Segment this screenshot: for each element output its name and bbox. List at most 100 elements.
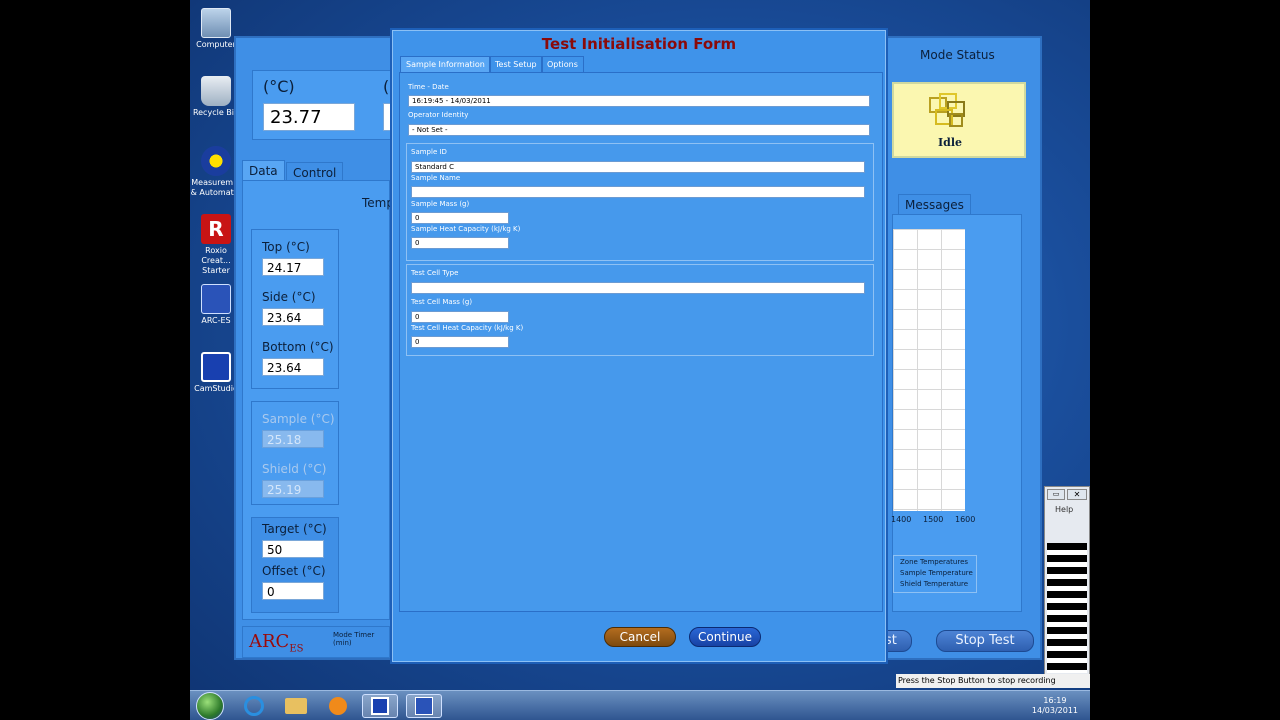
shield-temp-value: 25.19 <box>262 480 324 498</box>
target-temp-label: Target (°C) <box>262 522 327 536</box>
sample-temp-value: 25.18 <box>262 430 324 448</box>
desktop-icon-label: ARC-ES <box>201 316 231 325</box>
bottom-temp-value: 23.64 <box>262 358 324 376</box>
test-cell-group: Test Cell Type Test Cell Mass (g) 0 Test… <box>406 264 874 356</box>
arc-es-logo: ARCES <box>249 631 304 655</box>
test-cell-heat-capacity-label: Test Cell Heat Capacity (kJ/kg K) <box>411 324 524 332</box>
legend-item[interactable]: Shield Temperature <box>900 580 968 588</box>
data-tab-panel: Top (°C) 24.17 Side (°C) 23.64 Bottom (°… <box>242 180 390 620</box>
clock-date: 14/03/2011 <box>1031 706 1078 715</box>
test-cell-mass-input[interactable]: 0 <box>411 311 509 323</box>
sample-information-panel: Time - Date 16:19:45 - 14/03/2011 Operat… <box>399 72 883 612</box>
sample-mass-input[interactable]: 0 <box>411 212 509 224</box>
test-cell-heat-capacity-input[interactable]: 0 <box>411 336 509 348</box>
tab-test-setup[interactable]: Test Setup <box>489 56 543 72</box>
desktop-icon-label: Computer <box>196 40 236 49</box>
mode-status-panel: Mode Status Idle <box>892 42 1038 182</box>
start-button[interactable] <box>196 692 224 720</box>
taskbar: 16:19 14/03/2011 <box>190 690 1090 720</box>
zone-readings-group: Top (°C) 24.17 Side (°C) 23.64 Bottom (°… <box>251 229 339 389</box>
explorer-taskbar-icon[interactable] <box>278 694 314 718</box>
measurement-icon <box>201 146 231 176</box>
folder-icon <box>285 698 307 714</box>
operator-label: Operator Identity <box>408 111 469 119</box>
tab-options[interactable]: Options <box>541 56 584 72</box>
camstudio-icon <box>201 352 231 382</box>
restore-icon[interactable]: ▭ <box>1047 489 1065 500</box>
offset-temp-input[interactable]: 0 <box>262 582 324 600</box>
system-clock[interactable]: 16:19 14/03/2011 <box>1032 696 1078 716</box>
camstudio-taskbar-icon[interactable] <box>362 694 398 718</box>
top-temp-label: Top (°C) <box>262 240 310 254</box>
sample-readings-group: Sample (°C) 25.18 Shield (°C) 25.19 <box>251 401 339 505</box>
legend-item[interactable]: Sample Temperature <box>900 569 973 577</box>
desktop: Computer Recycle Bin Measurem... & Autom… <box>190 0 1090 720</box>
bottom-temp-label: Bottom (°C) <box>262 340 334 354</box>
arc-es-taskbar-icon[interactable] <box>406 694 442 718</box>
time-date-field[interactable]: 16:19:45 - 14/03/2011 <box>408 95 870 107</box>
tab-messages[interactable]: Messages <box>898 194 971 215</box>
dialog-title: Test Initialisation Form <box>541 35 737 53</box>
offset-temp-label: Offset (°C) <box>262 564 326 578</box>
sample-id-input[interactable]: Standard C <box>411 161 865 173</box>
mode-timer-label: Mode Timer (min) <box>333 631 375 647</box>
temp-value: 23.77 <box>263 103 355 131</box>
side-temp-value: 23.64 <box>262 308 324 326</box>
operator-field[interactable]: - Not Set - <box>408 124 870 136</box>
desktop-icon-label: Roxio Creat... Starter <box>201 246 231 275</box>
sample-mass-label: Sample Mass (g) <box>411 200 470 208</box>
sample-heat-capacity-input[interactable]: 0 <box>411 237 509 249</box>
target-group: Target (°C) 50 Offset (°C) 0 <box>251 517 339 613</box>
chart-legend: Zone Temperatures Sample Temperature Shi… <box>893 555 977 593</box>
x-tick-label: 1400 <box>891 515 912 524</box>
test-cell-type-label: Test Cell Type <box>411 269 459 277</box>
top-temp-value: 24.17 <box>262 258 324 276</box>
x-tick-label: 1500 <box>923 515 944 524</box>
sample-name-input[interactable] <box>411 186 865 198</box>
recording-status-bar: Press the Stop Button to stop recording <box>896 674 1090 688</box>
tab-data[interactable]: Data <box>242 160 285 181</box>
help-menu[interactable]: Help <box>1055 505 1073 514</box>
mode-status-state: Idle <box>938 136 963 149</box>
continue-button[interactable]: Continue <box>689 627 761 647</box>
camstudio-icon <box>371 697 389 715</box>
temperature-chart <box>893 229 965 511</box>
shield-temp-label: Shield (°C) <box>262 462 327 476</box>
x-tick-label: 1600 <box>955 515 976 524</box>
sample-id-label: Sample ID <box>411 148 447 156</box>
test-initialisation-dialog: Test Initialisation Form Sample Informat… <box>390 28 888 664</box>
footer-panel: ARCES Mode Timer (min) <box>242 626 390 658</box>
mode-status-display: Idle <box>892 82 1026 158</box>
striped-content <box>1047 543 1087 673</box>
mode-status-title: Mode Status <box>920 48 995 62</box>
temp-unit-label: (°C) <box>263 77 295 96</box>
target-temp-input[interactable]: 50 <box>262 540 324 558</box>
close-icon[interactable]: ✕ <box>1067 489 1087 500</box>
time-date-label: Time - Date <box>408 83 449 91</box>
cancel-button[interactable]: Cancel <box>604 627 676 647</box>
media-player-icon <box>329 697 347 715</box>
media-player-taskbar-icon[interactable] <box>320 694 356 718</box>
legend-item[interactable]: Zone Temperatures <box>900 558 968 566</box>
roxio-icon: R <box>201 214 231 244</box>
stop-test-button[interactable]: Stop Test <box>936 630 1034 652</box>
clock-time: 16:19 <box>1043 696 1067 705</box>
arc-es-icon <box>201 284 231 314</box>
idle-status-icon <box>926 92 970 132</box>
internet-explorer-icon <box>244 696 264 716</box>
arc-es-icon <box>415 697 433 715</box>
sample-group: Sample ID Standard C Sample Name Sample … <box>406 143 874 261</box>
side-temp-label: Side (°C) <box>262 290 316 304</box>
recycle-bin-icon <box>201 76 231 106</box>
tab-sample-information[interactable]: Sample Information <box>400 56 491 72</box>
sample-temp-label: Sample (°C) <box>262 412 335 426</box>
header-readout-panel: (°C) 23.77 (ba 0.9 <box>252 70 412 140</box>
desktop-icon-label: CamStudio <box>194 384 238 393</box>
ie-taskbar-icon[interactable] <box>236 694 272 718</box>
sample-name-label: Sample Name <box>411 174 461 182</box>
test-cell-mass-label: Test Cell Mass (g) <box>411 298 473 306</box>
test-cell-type-input[interactable] <box>411 282 865 294</box>
computer-icon <box>201 8 231 38</box>
side-window: ▭ ✕ Help <box>1044 486 1090 676</box>
graph-panel: 1400 1500 1600 Zone Temperatures Sample … <box>891 214 1022 612</box>
